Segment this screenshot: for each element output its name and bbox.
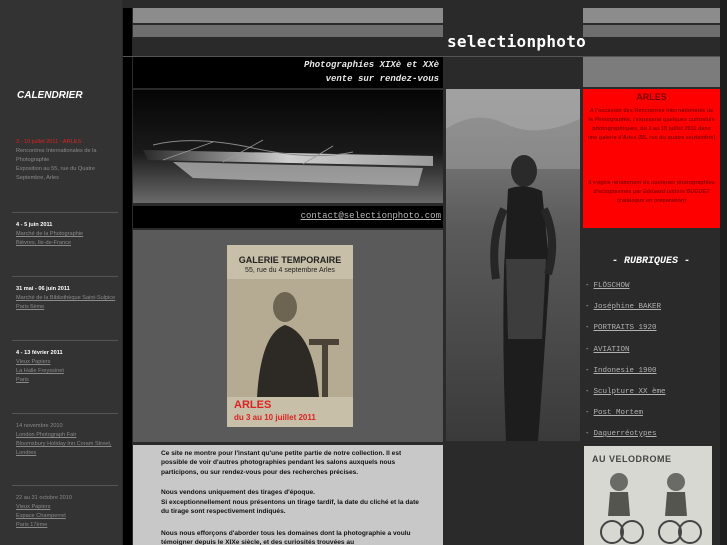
event-link[interactable]: Marché de la Photographie <box>16 230 120 239</box>
rubrique-link[interactable]: FLÖSCHOW <box>594 282 630 290</box>
calendar-event: 4 - 13 février 2011 Vieux Papiers La Hal… <box>16 349 120 385</box>
divider <box>12 485 118 486</box>
featured-photo[interactable] <box>133 90 443 203</box>
rubrique-item[interactable]: - AVIATION <box>585 346 630 354</box>
exhibition-poster[interactable]: GALERIE TEMPORAIRE 55, rue du 4 septembr… <box>227 245 353 427</box>
event-date: 3 - 10 juillet 2011 - ARLES <box>16 139 82 145</box>
poster-city: ARLES <box>234 399 272 411</box>
arles-announcement: ARLES A l'occasion des Rencontres Intern… <box>583 89 720 228</box>
calendar-event: 4 - 5 juin 2011 Marché de la Photographi… <box>16 221 120 248</box>
poster-title: GALERIE TEMPORAIRE <box>238 255 342 265</box>
divider <box>12 276 118 277</box>
tagline: vente sur rendez-vous <box>325 74 439 84</box>
velodrome-photo[interactable]: AU VELODROME <box>584 446 712 545</box>
event-link[interactable]: Marché de la Bibliothèque Saint-Sulpice … <box>16 294 120 312</box>
site-title[interactable]: selectionphoto <box>447 32 586 51</box>
contact-email-link[interactable]: contact@selectionphoto.com <box>301 211 441 221</box>
rubrique-link[interactable]: Post Mortem <box>594 409 644 417</box>
woman-portrait-illustration <box>227 279 353 397</box>
event-link[interactable]: London Photograph Fair <box>16 431 120 440</box>
event-link[interactable]: Paris 17ème <box>16 521 120 530</box>
event-link[interactable]: Vieux Papiers <box>16 503 120 512</box>
event-date: 22 au 31 octobre 2010 <box>16 495 72 501</box>
header-block <box>583 57 720 87</box>
rubrique-item[interactable]: - PORTRAITS 1920 <box>585 324 657 332</box>
divider <box>12 340 118 341</box>
poster-address: 55, rue du 4 septembre Arles <box>245 267 335 274</box>
rubrique-item[interactable]: - Sculpture XX ème <box>585 388 666 396</box>
rubrique-item[interactable]: - Post Mortem <box>585 409 643 417</box>
event-line: Rencontres Internationales de la Photogr… <box>16 148 97 163</box>
rubriques-title: - RUBRIQUES - <box>611 256 690 267</box>
portrait-photo[interactable] <box>446 89 580 441</box>
rubrique-link[interactable]: AVIATION <box>594 346 630 354</box>
rubrique-item[interactable]: - Daguerréotypes <box>585 430 657 438</box>
rubrique-link[interactable]: Joséphine BAKER <box>594 303 662 311</box>
black-strip <box>123 8 132 545</box>
rubrique-link[interactable]: Sculpture XX ème <box>594 388 666 396</box>
divider <box>12 212 118 213</box>
poster-dates: du 3 au 10 juillet 2011 <box>234 413 316 422</box>
rubrique-item[interactable]: - FLÖSCHOW <box>585 282 630 290</box>
calendar-title: CALENDRIER <box>17 90 83 101</box>
calendar-event: 14 novembre 2010 London Photograph Fair … <box>16 422 120 458</box>
contact-box: contact@selectionphoto.com <box>133 206 443 228</box>
announcement-title: ARLES <box>636 92 667 102</box>
event-link[interactable]: Vieux Papiers <box>16 358 120 367</box>
right-edge <box>720 0 727 545</box>
announcement-text: Il s'agira notamment de quelques photogr… <box>588 180 715 204</box>
event-link[interactable]: Bièvres, Ile-de-France <box>16 239 120 248</box>
calendar-event: 3 - 10 juillet 2011 - ARLES Rencontres I… <box>16 138 120 183</box>
cyclists-illustration <box>600 473 702 544</box>
event-link[interactable]: Espace Champerret <box>16 512 120 521</box>
event-date: 31 mai - 06 juin 2011 <box>16 286 70 292</box>
divider <box>12 413 118 414</box>
event-date: 14 novembre 2010 <box>16 423 63 429</box>
calendar-sidebar: CALENDRIER 3 - 10 juillet 2011 - ARLES R… <box>0 0 122 545</box>
calendar-event: 22 au 31 octobre 2010 Vieux Papiers Espa… <box>16 494 120 530</box>
announcement-text: A l'occasion des Rencontres Internationa… <box>587 108 716 141</box>
header-bar <box>133 25 443 37</box>
header-bar <box>583 8 720 23</box>
header-bar <box>583 25 720 37</box>
rubrique-link[interactable]: Indonesie 1900 <box>594 367 657 375</box>
intro-text-panel: Ce site ne montre pour l'instant qu'une … <box>133 445 443 545</box>
tagline: Photographies XIXè et XXè <box>303 60 439 70</box>
rubrique-link[interactable]: PORTRAITS 1920 <box>594 324 657 332</box>
intro-paragraph: Si exceptionnellement nous présentons un… <box>161 499 419 516</box>
rubrique-item[interactable]: - Joséphine BAKER <box>585 303 661 311</box>
event-link[interactable]: Paris <box>16 376 120 385</box>
rubrique-item[interactable]: - Indonesie 1900 <box>585 367 657 375</box>
event-date: 4 - 5 juin 2011 <box>16 222 53 228</box>
intro-paragraph: Ce site ne montre pour l'instant qu'une … <box>161 450 402 476</box>
event-date: 4 - 13 février 2011 <box>16 350 63 356</box>
exhibition-panel: GALERIE TEMPORAIRE 55, rue du 4 septembr… <box>133 230 443 442</box>
event-line: Exposition au 55, rue du Quatre Septembr… <box>16 166 95 181</box>
header-bar <box>133 8 443 23</box>
event-link[interactable]: La Halle Freyssinet <box>16 367 120 376</box>
event-link[interactable]: Bloomsbury Holiday Inn Coram Street, Lon… <box>16 440 120 458</box>
calendar-event: 31 mai - 06 juin 2011 Marché de la Bibli… <box>16 285 120 312</box>
tagline-box: Photographies XIXè et XXè vente sur rend… <box>133 57 443 88</box>
velodrome-sign: AU VELODROME <box>592 454 672 464</box>
intro-paragraph: Nous nous efforçons d'aborder tous les d… <box>161 530 411 545</box>
rubrique-link[interactable]: Daguerréotypes <box>594 430 657 438</box>
intro-paragraph: Nous vendons uniquement des tirages d'ép… <box>161 489 315 496</box>
